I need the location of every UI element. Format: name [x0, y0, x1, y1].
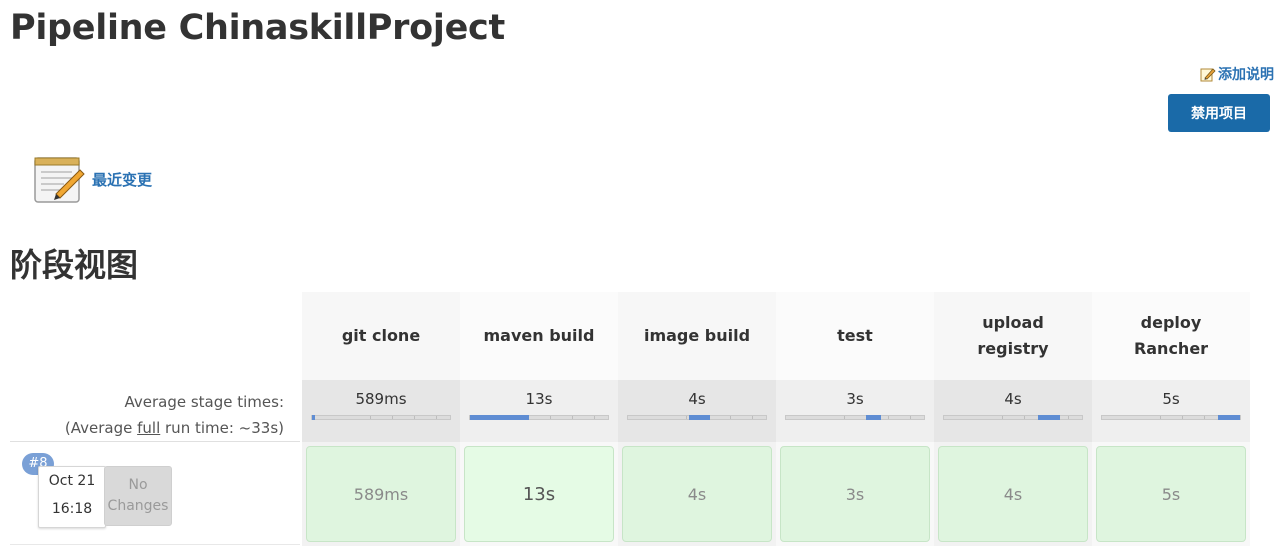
bar-fill: [1218, 415, 1240, 420]
build-date-card[interactable]: Oct 21 16:18: [38, 466, 106, 528]
avg-progress-bar: [1101, 415, 1241, 420]
divider: [10, 544, 300, 545]
stage-result-image-build[interactable]: 4s: [622, 446, 772, 542]
recent-changes-link[interactable]: 最近变更: [32, 152, 152, 206]
disable-project-button[interactable]: 禁用项目: [1168, 94, 1270, 132]
stage-header-row: git clone maven build image build test u…: [302, 292, 1252, 380]
bar-fill: [866, 415, 881, 420]
avg-stage-time: 589ms: [355, 390, 407, 408]
stage-result-deploy-rancher[interactable]: 5s: [1096, 446, 1246, 542]
stage-result-git-clone[interactable]: 589ms: [306, 446, 456, 542]
add-description-label: 添加说明: [1218, 67, 1274, 83]
no-changes-line1: No: [128, 477, 148, 493]
page-title: Pipeline ChinaskillProject: [10, 8, 505, 48]
stage-name-line1: deploy: [1140, 313, 1202, 332]
avg-cell: 13s: [460, 380, 618, 442]
run-cell: 5s: [1092, 442, 1250, 546]
bar-tick: [844, 416, 845, 419]
build-time: 16:18: [51, 501, 93, 517]
avg-cell: 4s: [618, 380, 776, 442]
avg-cell: 589ms: [302, 380, 460, 442]
avg-progress-bar: [469, 415, 609, 420]
avg-stage-time: 4s: [688, 390, 706, 408]
stage-header-deploy-rancher: deploy Rancher: [1092, 292, 1250, 380]
bar-fill: [689, 415, 710, 420]
stage-name-line2: Rancher: [1133, 339, 1209, 358]
avg-progress-bar: [943, 415, 1083, 420]
bar-tick: [1068, 416, 1069, 419]
stage-name-line1: test: [837, 326, 873, 345]
bar-tick: [414, 416, 415, 419]
bar-tick: [730, 416, 731, 419]
stage-result-upload-registry[interactable]: 4s: [938, 446, 1088, 542]
stage-name-line1: image build: [643, 326, 751, 345]
bar-tick: [1182, 416, 1183, 419]
avg-cell: 5s: [1092, 380, 1250, 442]
bar-tick: [550, 416, 551, 419]
avg-stage-time: 4s: [1004, 390, 1022, 408]
avg-progress-bar: [785, 415, 925, 420]
avg-cell: 3s: [776, 380, 934, 442]
bar-tick: [686, 416, 687, 419]
full-run-link[interactable]: full: [137, 419, 160, 437]
bar-tick: [370, 416, 371, 419]
run-cell: 589ms: [302, 442, 460, 546]
stage-name-line1: maven build: [483, 326, 595, 345]
bar-tick: [1024, 416, 1025, 419]
run-cell: 4s: [934, 442, 1092, 546]
bar-tick: [594, 416, 595, 419]
notepad-icon: [34, 157, 85, 203]
stage-name-line2: registry: [977, 339, 1049, 358]
stage-result-test[interactable]: 3s: [780, 446, 930, 542]
no-changes-box: No Changes: [104, 466, 172, 526]
average-run-time-line: (Average full run time: ~33s): [65, 415, 284, 441]
average-stage-times-line: Average stage times:: [124, 393, 284, 411]
run-cell: 13s: [460, 442, 618, 546]
avg-stage-time: 5s: [1162, 390, 1180, 408]
build-date: Oct 21: [48, 473, 96, 489]
bar-tick: [572, 416, 573, 419]
recent-changes-label: 最近变更: [92, 170, 153, 189]
bar-tick: [1002, 416, 1003, 419]
add-description-link[interactable]: 添加说明: [1200, 64, 1274, 84]
avg-stage-time: 13s: [525, 390, 553, 408]
average-stage-times-label: Average stage times: (Average full run t…: [65, 389, 284, 441]
bar-fill: [470, 415, 529, 420]
run-cell: 4s: [618, 442, 776, 546]
bar-tick: [1160, 416, 1161, 419]
run-cell: 3s: [776, 442, 934, 546]
bar-tick: [910, 416, 911, 419]
stage-header-upload-registry: upload registry: [934, 292, 1092, 380]
edit-note-icon: [1200, 68, 1216, 82]
stage-result-maven-build[interactable]: 13s: [464, 446, 614, 542]
stage-name-line1: git clone: [341, 326, 421, 345]
stage-header-image-build: image build: [618, 292, 776, 380]
bar-tick: [1204, 416, 1205, 419]
no-changes-line2: Changes: [107, 498, 169, 514]
bar-fill: [312, 415, 315, 420]
divider: [10, 441, 300, 442]
avg-run-prefix: (Average: [64, 419, 138, 437]
stage-header-test: test: [776, 292, 934, 380]
average-times-row: 589ms 13s 4s 3s 4s 5s: [302, 380, 1252, 442]
bar-tick: [392, 416, 393, 419]
stage-header-maven-build: maven build: [460, 292, 618, 380]
stage-view-table: git clone maven build image build test u…: [302, 292, 1252, 546]
bar-fill: [1038, 415, 1060, 420]
bar-tick: [752, 416, 753, 419]
build-run-row: 589ms 13s 4s 3s 4s 5s: [302, 442, 1252, 546]
stage-header-git-clone: git clone: [302, 292, 460, 380]
avg-progress-bar: [311, 415, 451, 420]
avg-stage-time: 3s: [846, 390, 864, 408]
bar-tick: [436, 416, 437, 419]
stage-name-line1: upload: [982, 313, 1044, 332]
avg-run-suffix: run time: ~33s): [160, 419, 284, 437]
avg-cell: 4s: [934, 380, 1092, 442]
avg-progress-bar: [627, 415, 767, 420]
bar-tick: [888, 416, 889, 419]
stage-view-heading: 阶段视图: [10, 246, 139, 284]
